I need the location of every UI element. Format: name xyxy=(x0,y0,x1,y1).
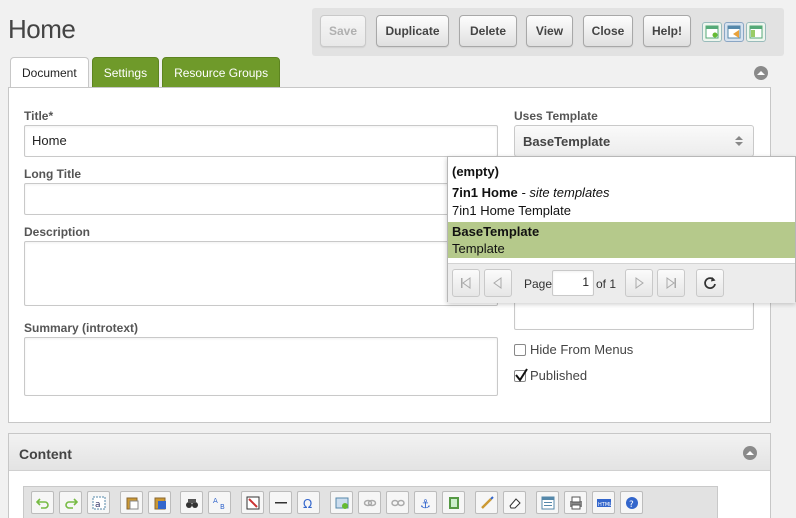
tab-document[interactable]: Document xyxy=(10,57,89,88)
page-input[interactable]: 1 xyxy=(552,270,594,296)
template-select[interactable]: BaseTemplate xyxy=(514,125,754,157)
long-title-input[interactable] xyxy=(24,183,498,215)
published-checkbox[interactable] xyxy=(514,367,528,382)
dropdown-item-category: - site templates xyxy=(521,185,610,200)
redo-icon[interactable] xyxy=(59,491,82,514)
template-label: Uses Template xyxy=(514,109,598,123)
dropdown-item-desc: Template xyxy=(452,241,505,256)
svg-text:⚓: ⚓ xyxy=(420,497,431,510)
collapse-content-icon[interactable] xyxy=(743,446,757,460)
checkmark-icon xyxy=(515,367,528,382)
content-header[interactable]: Content xyxy=(9,434,770,471)
page-title: Home xyxy=(8,14,76,44)
link-icon[interactable] xyxy=(358,491,381,514)
content-title: Content xyxy=(19,446,72,462)
collapse-tabs-icon[interactable] xyxy=(754,66,768,80)
svg-text:B: B xyxy=(220,503,225,510)
cleanup-icon[interactable] xyxy=(241,491,264,514)
summary-label: Summary (introtext) xyxy=(24,321,139,335)
template-select-value: BaseTemplate xyxy=(523,134,611,149)
published-label: Published xyxy=(530,368,588,383)
page-count: of 1 xyxy=(596,277,617,291)
dropdown-item-basetemplate[interactable]: BaseTemplate Template xyxy=(448,222,795,258)
layout-center-icon[interactable] xyxy=(724,22,744,42)
title-label: Title* xyxy=(24,109,54,123)
html-icon[interactable]: HTML xyxy=(592,491,615,514)
dropdown-item-desc: 7in1 Home Template xyxy=(452,203,571,218)
replace-icon[interactable]: AB xyxy=(208,491,231,514)
dropdown-item-7in1[interactable]: 7in1 Home - site templates 7in1 Home Tem… xyxy=(448,184,795,220)
dropdown-item-name: BaseTemplate xyxy=(452,224,540,239)
prev-page-icon[interactable] xyxy=(484,269,512,297)
page-label: Page xyxy=(524,277,553,291)
undo-icon[interactable] xyxy=(31,491,54,514)
action-toolbar: Save Duplicate Delete View Close Help! xyxy=(312,8,784,56)
delete-button[interactable]: Delete xyxy=(459,15,517,47)
anchor-icon[interactable]: ⚓ xyxy=(414,491,437,514)
special-char-icon[interactable]: Ω xyxy=(297,491,320,514)
next-page-icon[interactable] xyxy=(625,269,653,297)
first-page-icon[interactable] xyxy=(452,269,480,297)
template-dropdown: (empty) 7in1 Home - site templates 7in1 … xyxy=(447,156,796,303)
insert-image-icon[interactable] xyxy=(330,491,353,514)
paste-icon[interactable] xyxy=(120,491,143,514)
description-textarea[interactable] xyxy=(24,241,498,306)
find-icon[interactable] xyxy=(180,491,203,514)
help-button[interactable]: Help! xyxy=(643,15,691,47)
select-arrows-icon xyxy=(735,136,743,146)
svg-text:?: ? xyxy=(629,500,634,510)
dropdown-item-name: 7in1 Home xyxy=(452,185,518,200)
erase-icon[interactable] xyxy=(503,491,526,514)
editor-toolbar: a AB Ω ⚓ HTML ? xyxy=(23,486,718,518)
last-page-icon[interactable] xyxy=(657,269,685,297)
horizontal-rule-icon[interactable] xyxy=(269,491,292,514)
hide-menus-label: Hide From Menus xyxy=(530,342,634,357)
layout-toggles xyxy=(702,22,766,42)
hide-menus-row[interactable]: Hide From Menus xyxy=(514,342,633,357)
help-icon[interactable]: ? xyxy=(620,491,643,514)
media-icon[interactable] xyxy=(442,491,465,514)
hide-menus-checkbox[interactable] xyxy=(514,343,526,356)
close-button[interactable]: Close xyxy=(583,15,633,47)
long-title-label: Long Title xyxy=(24,167,82,181)
tab-resource-groups[interactable]: Resource Groups xyxy=(162,57,281,88)
paste-word-icon[interactable] xyxy=(148,491,171,514)
summary-textarea[interactable] xyxy=(24,337,498,396)
svg-text:a: a xyxy=(95,500,101,510)
layout-left-icon[interactable] xyxy=(702,22,722,42)
duplicate-button[interactable]: Duplicate xyxy=(376,15,449,47)
select-all-icon[interactable]: a xyxy=(87,491,110,514)
template-icon[interactable] xyxy=(536,491,559,514)
unlink-icon[interactable] xyxy=(386,491,409,514)
dropdown-item-name: (empty) xyxy=(452,164,499,179)
print-icon[interactable] xyxy=(564,491,587,514)
style-icon[interactable] xyxy=(475,491,498,514)
tab-settings[interactable]: Settings xyxy=(91,57,160,88)
resource-tabs: Document Settings Resource Groups xyxy=(10,57,281,88)
save-button[interactable]: Save xyxy=(320,15,366,47)
layout-right-icon[interactable] xyxy=(746,22,766,42)
svg-text:A: A xyxy=(213,497,218,505)
dropdown-pager: Page 1 of 1 xyxy=(448,263,795,303)
view-button[interactable]: View xyxy=(526,15,573,47)
svg-text:Ω: Ω xyxy=(303,497,312,510)
svg-text:HTML: HTML xyxy=(598,502,611,508)
dropdown-item-empty[interactable]: (empty) xyxy=(448,161,795,183)
refresh-icon[interactable] xyxy=(696,269,724,297)
title-input[interactable]: Home xyxy=(24,125,498,157)
description-label: Description xyxy=(24,225,91,239)
published-row[interactable]: Published xyxy=(514,367,588,383)
